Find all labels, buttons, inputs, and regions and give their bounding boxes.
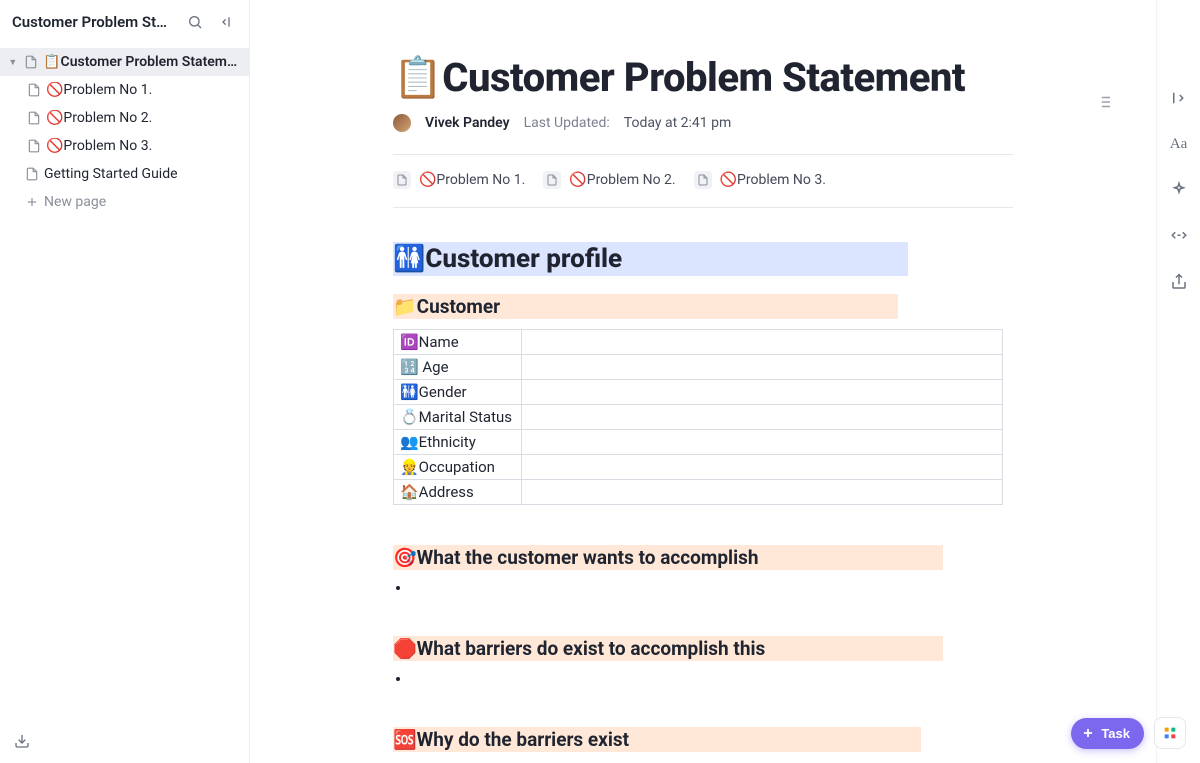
plus-icon (24, 195, 40, 209)
tree-item-label: 🚫Problem No 1. (46, 82, 152, 98)
sidebar-footer (0, 719, 249, 763)
updated-value: Today at 2:41 pm (624, 115, 731, 131)
tree-item-problem-2[interactable]: 🚫Problem No 2. (0, 104, 249, 132)
cell-key[interactable]: 🏠Address (394, 480, 522, 505)
tree-item-label: 📋Customer Problem Statement (43, 54, 241, 70)
divider (393, 207, 1013, 208)
import-icon[interactable] (10, 729, 34, 753)
outline-toggle-icon[interactable] (1092, 90, 1116, 114)
heading-accomplish[interactable]: 🎯What the customer wants to accomplish (393, 545, 943, 570)
page-icon (26, 139, 42, 153)
child-link-label: 🚫Problem No 2. (569, 172, 675, 188)
child-link-problem-3[interactable]: 🚫Problem No 3. (694, 171, 826, 189)
accomplish-list[interactable] (411, 580, 1013, 596)
share-icon[interactable] (1165, 268, 1193, 296)
integrations-icon[interactable] (1165, 222, 1193, 250)
divider (393, 154, 1013, 155)
page-tree: ▼ 📋Customer Problem Statement 🚫Problem N… (0, 44, 249, 719)
typography-icon[interactable]: Aa (1165, 130, 1193, 158)
table-row: 💍Marital Status (394, 405, 1003, 430)
expand-panel-icon[interactable] (1165, 84, 1193, 112)
page-icon (24, 167, 40, 181)
heading-customer-profile[interactable]: 🚻Customer profile (393, 242, 908, 276)
table-row: 👥Ethnicity (394, 430, 1003, 455)
avatar[interactable] (393, 114, 411, 132)
ai-sparkle-icon[interactable] (1165, 176, 1193, 204)
updated-label: Last Updated: (524, 115, 610, 131)
tree-item-problem-1[interactable]: 🚫Problem No 1. (0, 76, 249, 104)
cell-key[interactable]: 🚻Gender (394, 380, 522, 405)
child-link-label: 🚫Problem No 3. (720, 172, 826, 188)
task-button-label: Task (1101, 726, 1130, 741)
cell-val[interactable] (522, 380, 1003, 405)
main: 📋Customer Problem Statement Vivek Pandey… (250, 0, 1200, 763)
child-page-links: 🚫Problem No 1. 🚫Problem No 2. 🚫Problem N… (393, 171, 1013, 189)
table-row: 🚻Gender (394, 380, 1003, 405)
page-icon (694, 171, 712, 189)
byline: Vivek Pandey Last Updated: Today at 2:41… (393, 114, 1013, 132)
page-icon (26, 83, 42, 97)
cell-val[interactable] (522, 430, 1003, 455)
child-link-problem-1[interactable]: 🚫Problem No 1. (393, 171, 525, 189)
new-page-button[interactable]: New page (0, 188, 249, 216)
heading-why-barriers[interactable]: 🆘Why do the barriers exist (393, 727, 921, 752)
cell-val[interactable] (522, 455, 1003, 480)
author-name[interactable]: Vivek Pandey (425, 115, 510, 131)
tree-item-customer-problem-statement[interactable]: ▼ 📋Customer Problem Statement (0, 48, 249, 76)
table-row: 🔢 Age (394, 355, 1003, 380)
search-icon[interactable] (183, 10, 207, 34)
heading-customer[interactable]: 📁Customer (393, 294, 898, 319)
page-title[interactable]: 📋Customer Problem Statement (393, 56, 1013, 100)
child-link-problem-2[interactable]: 🚫Problem No 2. (543, 171, 675, 189)
barriers-list[interactable] (411, 671, 1013, 687)
tree-item-label: 🚫Problem No 3. (46, 138, 152, 154)
sidebar: Customer Problem Statement ▼ 📋Customer P… (0, 0, 250, 763)
page-icon (26, 111, 42, 125)
new-page-label: New page (44, 194, 106, 210)
tree-item-getting-started[interactable]: Getting Started Guide (0, 160, 249, 188)
cell-key[interactable]: 🔢 Age (394, 355, 522, 380)
cell-key[interactable]: 🆔Name (394, 330, 522, 355)
cell-val[interactable] (522, 355, 1003, 380)
cell-key[interactable]: 💍Marital Status (394, 405, 522, 430)
cell-key[interactable]: 👷Occupation (394, 455, 522, 480)
content-scroll[interactable]: 📋Customer Problem Statement Vivek Pandey… (250, 0, 1156, 763)
cell-val[interactable] (522, 330, 1003, 355)
page-icon (543, 171, 561, 189)
sidebar-header: Customer Problem Statement (0, 0, 249, 44)
page-icon (393, 171, 411, 189)
table-row: 🆔Name (394, 330, 1003, 355)
list-item[interactable] (411, 580, 1013, 596)
page-icon (24, 55, 40, 69)
customer-profile-table[interactable]: 🆔Name 🔢 Age 🚻Gender 💍Marital Status 👥Eth… (393, 329, 1003, 505)
tree-item-problem-3[interactable]: 🚫Problem No 3. (0, 132, 249, 160)
cell-val[interactable] (522, 480, 1003, 505)
collapse-sidebar-icon[interactable] (215, 10, 239, 34)
cell-key[interactable]: 👥Ethnicity (394, 430, 522, 455)
document: 📋Customer Problem Statement Vivek Pandey… (373, 0, 1033, 763)
new-task-button[interactable]: Task (1071, 718, 1144, 749)
heading-barriers[interactable]: 🛑What barriers do exist to accomplish th… (393, 636, 943, 661)
table-row: 👷Occupation (394, 455, 1003, 480)
apps-grid-icon[interactable] (1154, 717, 1186, 749)
child-link-label: 🚫Problem No 1. (419, 172, 525, 188)
cell-val[interactable] (522, 405, 1003, 430)
right-rail: Aa (1156, 0, 1200, 763)
tree-item-label: 🚫Problem No 2. (46, 110, 152, 126)
list-item[interactable] (411, 671, 1013, 687)
caret-down-icon[interactable]: ▼ (6, 57, 20, 68)
sidebar-title: Customer Problem Statement (12, 13, 175, 31)
floating-actions: Task (1071, 717, 1186, 749)
tree-item-label: Getting Started Guide (44, 166, 178, 182)
table-row: 🏠Address (394, 480, 1003, 505)
